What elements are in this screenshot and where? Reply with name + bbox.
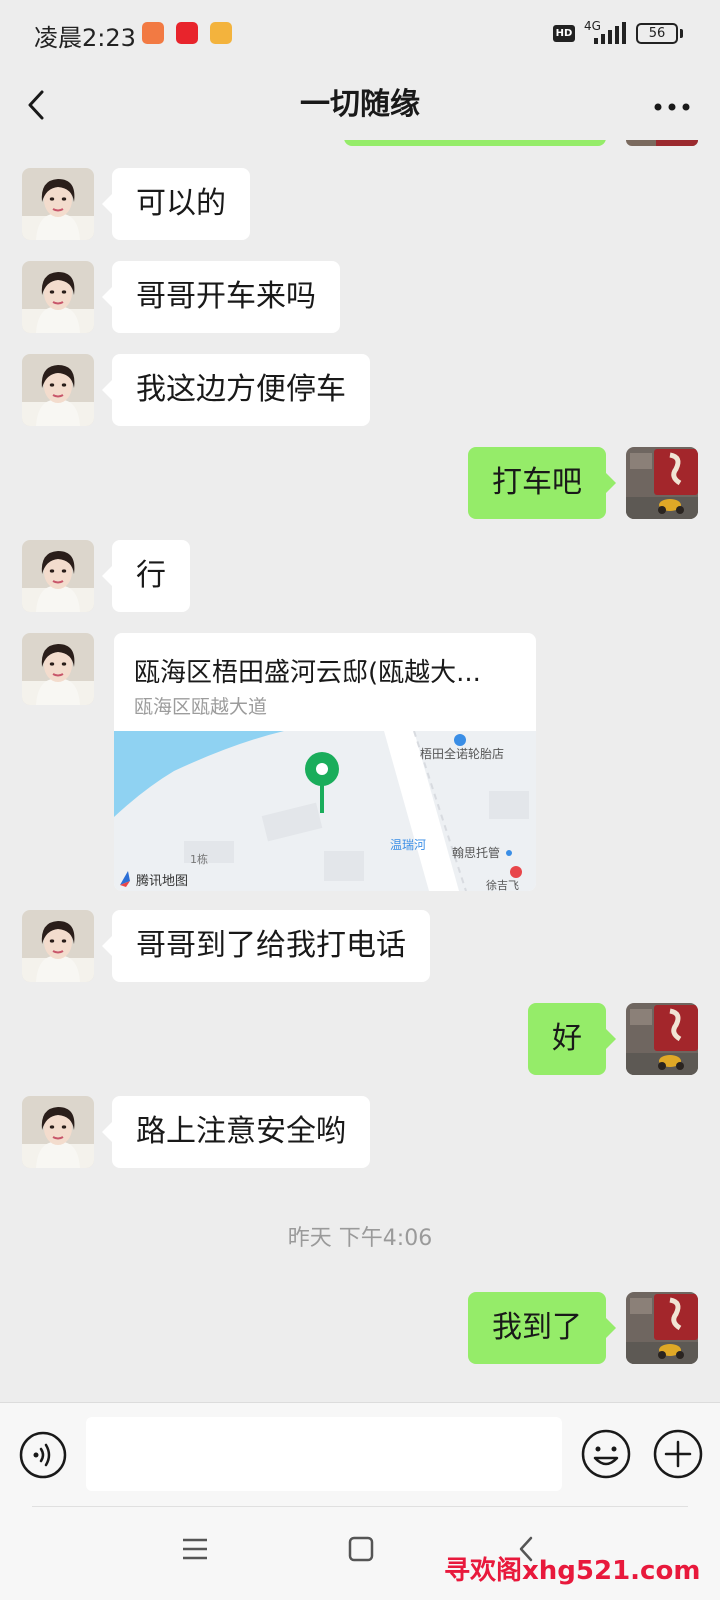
- voice-button[interactable]: [18, 1430, 68, 1480]
- message-bubble-incoming[interactable]: 可以的: [102, 168, 250, 240]
- page-title: 一切随缘: [300, 87, 420, 122]
- message-timestamp: 昨天 下午4:06: [287, 1226, 433, 1251]
- chat-area[interactable]: 可以的 哥哥开车来吗 我这边方便停车 打车吧 行 瓯海区梧田盛河云邸(瓯越大..…: [0, 140, 720, 1402]
- location-address: 瓯海区瓯越大道: [134, 696, 268, 718]
- message-bubble-incoming[interactable]: 哥哥到了给我打电话: [102, 910, 430, 982]
- battery-icon: 56: [636, 23, 678, 44]
- nav-divider: [32, 1506, 688, 1507]
- message-bubble-outgoing[interactable]: 好: [528, 1003, 616, 1075]
- menu-icon[interactable]: [180, 1536, 210, 1562]
- battery-cap: [680, 29, 683, 38]
- message-bubble-incoming[interactable]: 行: [102, 540, 190, 612]
- contact-avatar[interactable]: [22, 1096, 94, 1168]
- contact-avatar[interactable]: [22, 910, 94, 982]
- emoji-button[interactable]: [580, 1428, 632, 1480]
- message-bubble-outgoing[interactable]: [344, 140, 606, 146]
- map-label-river: 温瑞河: [390, 838, 426, 852]
- contact-avatar[interactable]: [22, 633, 94, 705]
- plus-icon: [653, 1429, 703, 1479]
- map-provider-label: 腾讯地图: [136, 873, 188, 889]
- my-avatar[interactable]: [626, 1292, 698, 1364]
- chat-header: 一切随缘: [0, 70, 720, 140]
- plus-button[interactable]: [652, 1428, 704, 1480]
- location-map: 梧田全诺轮胎店 温瑞河 翰思托管 1栋 徐吉飞 腾讯地图: [114, 731, 536, 891]
- contact-avatar[interactable]: [22, 261, 94, 333]
- status-time: 凌晨2:23: [34, 24, 136, 52]
- message-bubble-incoming[interactable]: 我这边方便停车: [102, 354, 370, 426]
- watermark: 寻欢阁xhg521.com: [444, 1556, 701, 1586]
- hd-badge: HD: [553, 25, 575, 42]
- signal-icon: [594, 22, 628, 44]
- my-avatar[interactable]: [626, 140, 698, 146]
- map-label-road: 徐吉飞: [486, 878, 519, 891]
- app-notification-icon: [142, 22, 164, 44]
- battery-level: 56: [648, 26, 666, 41]
- message-input[interactable]: [86, 1417, 562, 1491]
- back-button[interactable]: [18, 80, 66, 130]
- map-label-building: 1栋: [190, 852, 208, 866]
- voice-icon: [19, 1431, 67, 1479]
- emoji-icon: [581, 1429, 631, 1479]
- home-icon[interactable]: [347, 1535, 375, 1563]
- message-bubble-incoming[interactable]: 路上注意安全哟: [102, 1096, 370, 1168]
- my-avatar[interactable]: [626, 1003, 698, 1075]
- location-title: 瓯海区梧田盛河云邸(瓯越大...: [134, 658, 481, 688]
- contact-avatar[interactable]: [22, 168, 94, 240]
- app-notification-icon: [176, 22, 198, 44]
- contact-avatar[interactable]: [22, 540, 94, 612]
- chevron-left-icon: [28, 90, 44, 120]
- map-label-shop: 梧田全诺轮胎店: [420, 746, 504, 761]
- message-bubble-outgoing[interactable]: 我到了: [468, 1292, 616, 1364]
- contact-avatar[interactable]: [22, 354, 94, 426]
- location-card[interactable]: 瓯海区梧田盛河云邸(瓯越大... 瓯海区瓯越大道 梧田全诺轮胎店 温瑞河 翰思托…: [114, 633, 536, 891]
- more-dots-icon: [654, 103, 690, 111]
- my-avatar[interactable]: [626, 447, 698, 519]
- more-button[interactable]: [652, 92, 692, 122]
- map-label-company: 翰思托管: [452, 845, 500, 860]
- input-bar: [0, 1402, 720, 1506]
- message-bubble-outgoing[interactable]: 打车吧: [468, 447, 616, 519]
- status-bar: 凌晨2:23 HD 4G 56: [0, 0, 720, 70]
- app-notification-icon: [210, 22, 232, 44]
- message-bubble-incoming[interactable]: 哥哥开车来吗: [102, 261, 340, 333]
